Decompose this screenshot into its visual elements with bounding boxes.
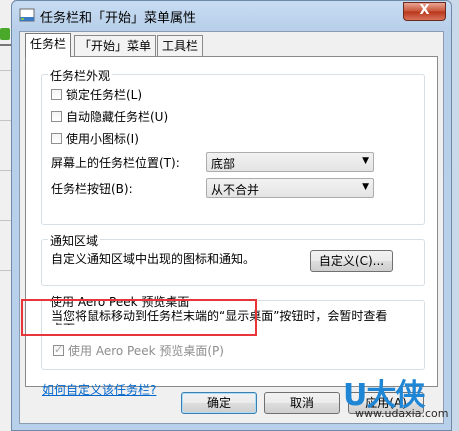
- small-icons-label: 使用小图标(I): [66, 132, 139, 146]
- taskbar-location-value: 底部: [211, 157, 236, 171]
- help-customize-taskbar-link[interactable]: 如何自定义该任务栏?: [42, 381, 156, 398]
- aero-peek-checkbox[interactable]: 使用 Aero Peek 预览桌面(P): [53, 342, 224, 359]
- notification-legend: 通知区域: [48, 232, 101, 249]
- small-icons-checkbox[interactable]: 使用小图标(I): [51, 130, 139, 147]
- appearance-legend: 任务栏外观: [48, 67, 113, 84]
- tab-toolbars[interactable]: 工具栏: [157, 35, 204, 56]
- tab-taskbar[interactable]: 任务栏: [25, 33, 72, 57]
- highlight-annotation: [21, 299, 257, 336]
- watermark-url: www.udaxia.com: [355, 407, 449, 420]
- taskbar-buttons-label: 任务栏按钮(B):: [51, 182, 133, 196]
- chevron-down-icon: ▼: [362, 182, 369, 192]
- close-button[interactable]: X: [403, 2, 446, 21]
- lock-taskbar-label: 锁定任务栏(L): [66, 88, 143, 102]
- notification-description: 自定义通知区域中出现的图标和通知。: [51, 252, 256, 266]
- notification-group: 通知区域 自定义通知区域中出现的图标和通知。 自定义(C)...: [41, 232, 425, 286]
- autohide-taskbar-checkbox[interactable]: 自动隐藏任务栏(U): [51, 108, 168, 125]
- taskbar-properties-icon: [19, 8, 35, 22]
- autohide-taskbar-label: 自动隐藏任务栏(U): [66, 110, 169, 124]
- appearance-group: 任务栏外观 锁定任务栏(L) 自动隐藏任务栏(U) 使用小图标(I) 屏幕上的任…: [41, 67, 425, 225]
- title-bar[interactable]: 任务栏和「开始」菜单属性 X: [12, 1, 451, 29]
- background-app-icon: [0, 28, 10, 40]
- taskbar-buttons-value: 从不合并: [211, 183, 260, 197]
- lock-taskbar-checkbox[interactable]: 锁定任务栏(L): [51, 86, 142, 103]
- aero-peek-box[interactable]: [53, 343, 64, 356]
- taskbar-location-label: 屏幕上的任务栏位置(T):: [51, 156, 180, 170]
- taskbar-buttons-select[interactable]: 从不合并 ▼: [206, 178, 374, 198]
- window-title: 任务栏和「开始」菜单属性: [40, 11, 197, 26]
- taskbar-tab-panel: 任务栏外观 锁定任务栏(L) 自动隐藏任务栏(U) 使用小图标(I) 屏幕上的任…: [25, 56, 438, 397]
- ok-button[interactable]: 确定: [181, 392, 257, 414]
- aero-peek-label: 使用 Aero Peek 预览桌面(P): [68, 344, 224, 358]
- chevron-down-icon: ▼: [362, 156, 369, 166]
- tab-start-menu[interactable]: 「开始」菜单: [74, 35, 157, 56]
- customize-notifications-button[interactable]: 自定义(C)...: [310, 250, 393, 272]
- taskbar-properties-dialog: 任务栏和「开始」菜单属性 X 任务栏 「开始」菜单 工具栏 任务栏外观 锁定任务…: [11, 0, 452, 431]
- dialog-client-area: 任务栏 「开始」菜单 工具栏 任务栏外观 锁定任务栏(L) 自动隐藏任务栏(U)…: [19, 31, 444, 424]
- autohide-taskbar-box[interactable]: [51, 111, 62, 122]
- taskbar-location-select[interactable]: 底部 ▼: [206, 152, 374, 172]
- small-icons-box[interactable]: [51, 133, 62, 144]
- lock-taskbar-box[interactable]: [51, 89, 62, 100]
- cancel-button[interactable]: 取消: [264, 392, 340, 414]
